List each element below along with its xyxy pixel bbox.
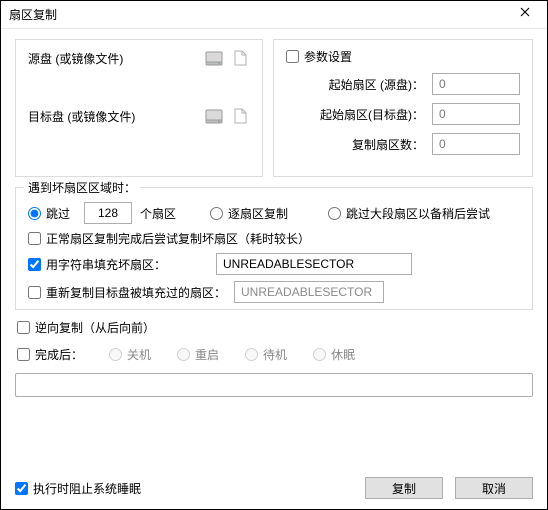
prevent-sleep-label: 执行时阻止系统睡眠 (33, 480, 141, 497)
target-file-icon[interactable] (230, 106, 250, 126)
skip-unit-label: 个扇区 (140, 205, 176, 222)
params-enable-checkbox[interactable]: 参数设置 (286, 48, 352, 65)
skip-count-input[interactable] (84, 202, 132, 224)
refill-checkbox[interactable]: 重新复制目标盘被填充过的扇区： (28, 284, 226, 301)
close-icon[interactable] (503, 1, 547, 29)
fill-checkbox[interactable]: 用字符串填充坏扇区： (28, 256, 208, 273)
after-done-label: 完成后： (35, 346, 83, 363)
after-hibernate-radio[interactable]: 休眠 (313, 346, 355, 363)
skip-label: 跳过 (46, 205, 70, 222)
refill-input[interactable] (234, 281, 384, 303)
after-reboot-label: 重启 (195, 346, 219, 363)
jump-big-label: 跳过大段扇区以备稍后尝试 (346, 205, 490, 222)
source-disk-icon[interactable] (204, 48, 224, 68)
after-hibernate-label: 休眠 (331, 346, 355, 363)
reverse-copy-label: 逆向复制（从后向前） (35, 319, 155, 336)
progress-input[interactable] (15, 373, 533, 397)
after-standby-label: 待机 (263, 346, 287, 363)
retry-label: 正常扇区复制完成后尝试复制坏扇区（耗时较长） (46, 230, 310, 247)
prevent-sleep-checkbox[interactable]: 执行时阻止系统睡眠 (15, 480, 141, 497)
cancel-button[interactable]: 取消 (455, 477, 533, 499)
content: 源盘 (或镜像文件) 目标盘 (或镜像文件) (1, 29, 547, 397)
params-header-label: 参数设置 (304, 48, 352, 65)
bad-sector-legend: 遇到坏扇区区域时： (24, 179, 140, 196)
jump-big-radio[interactable]: 跳过大段扇区以备稍后尝试 (328, 205, 490, 222)
titlebar: 扇区复制 (1, 1, 547, 29)
after-standby-radio[interactable]: 待机 (245, 346, 287, 363)
per-sector-radio[interactable]: 逐扇区复制 (210, 205, 288, 222)
count-input[interactable] (432, 133, 520, 155)
after-done-checkbox[interactable]: 完成后： (17, 346, 83, 363)
params-group: 参数设置 起始扇区 (源盘)： 起始扇区(目标盘)： 复制扇区数： (273, 39, 533, 177)
after-shutdown-label: 关机 (127, 346, 151, 363)
target-disk-label: 目标盘 (或镜像文件) (28, 108, 196, 125)
count-label: 复制扇区数： (286, 136, 432, 153)
source-target-group: 源盘 (或镜像文件) 目标盘 (或镜像文件) (15, 39, 263, 177)
bad-sector-group: 遇到坏扇区区域时： 跳过 个扇区 逐扇区复制 跳过大段扇区以备稍后尝试 正常扇区… (15, 187, 533, 310)
skip-radio[interactable]: 跳过 (28, 205, 70, 222)
start-dst-label: 起始扇区(目标盘)： (286, 106, 432, 123)
retry-checkbox[interactable]: 正常扇区复制完成后尝试复制坏扇区（耗时较长） (28, 230, 310, 247)
start-src-input[interactable] (432, 73, 520, 95)
fill-label: 用字符串填充坏扇区： (46, 256, 166, 273)
after-shutdown-radio[interactable]: 关机 (109, 346, 151, 363)
target-disk-icon[interactable] (204, 106, 224, 126)
footer: 执行时阻止系统睡眠 复制 取消 (15, 477, 533, 499)
fill-input[interactable] (216, 253, 412, 275)
source-disk-label: 源盘 (或镜像文件) (28, 50, 196, 67)
window-title: 扇区复制 (9, 6, 503, 23)
refill-label: 重新复制目标盘被填充过的扇区： (46, 284, 226, 301)
after-reboot-radio[interactable]: 重启 (177, 346, 219, 363)
start-src-label: 起始扇区 (源盘)： (286, 76, 432, 93)
per-sector-label: 逐扇区复制 (228, 205, 288, 222)
reverse-copy-checkbox[interactable]: 逆向复制（从后向前） (17, 319, 155, 336)
source-file-icon[interactable] (230, 48, 250, 68)
start-dst-input[interactable] (432, 103, 520, 125)
copy-button[interactable]: 复制 (365, 477, 443, 499)
